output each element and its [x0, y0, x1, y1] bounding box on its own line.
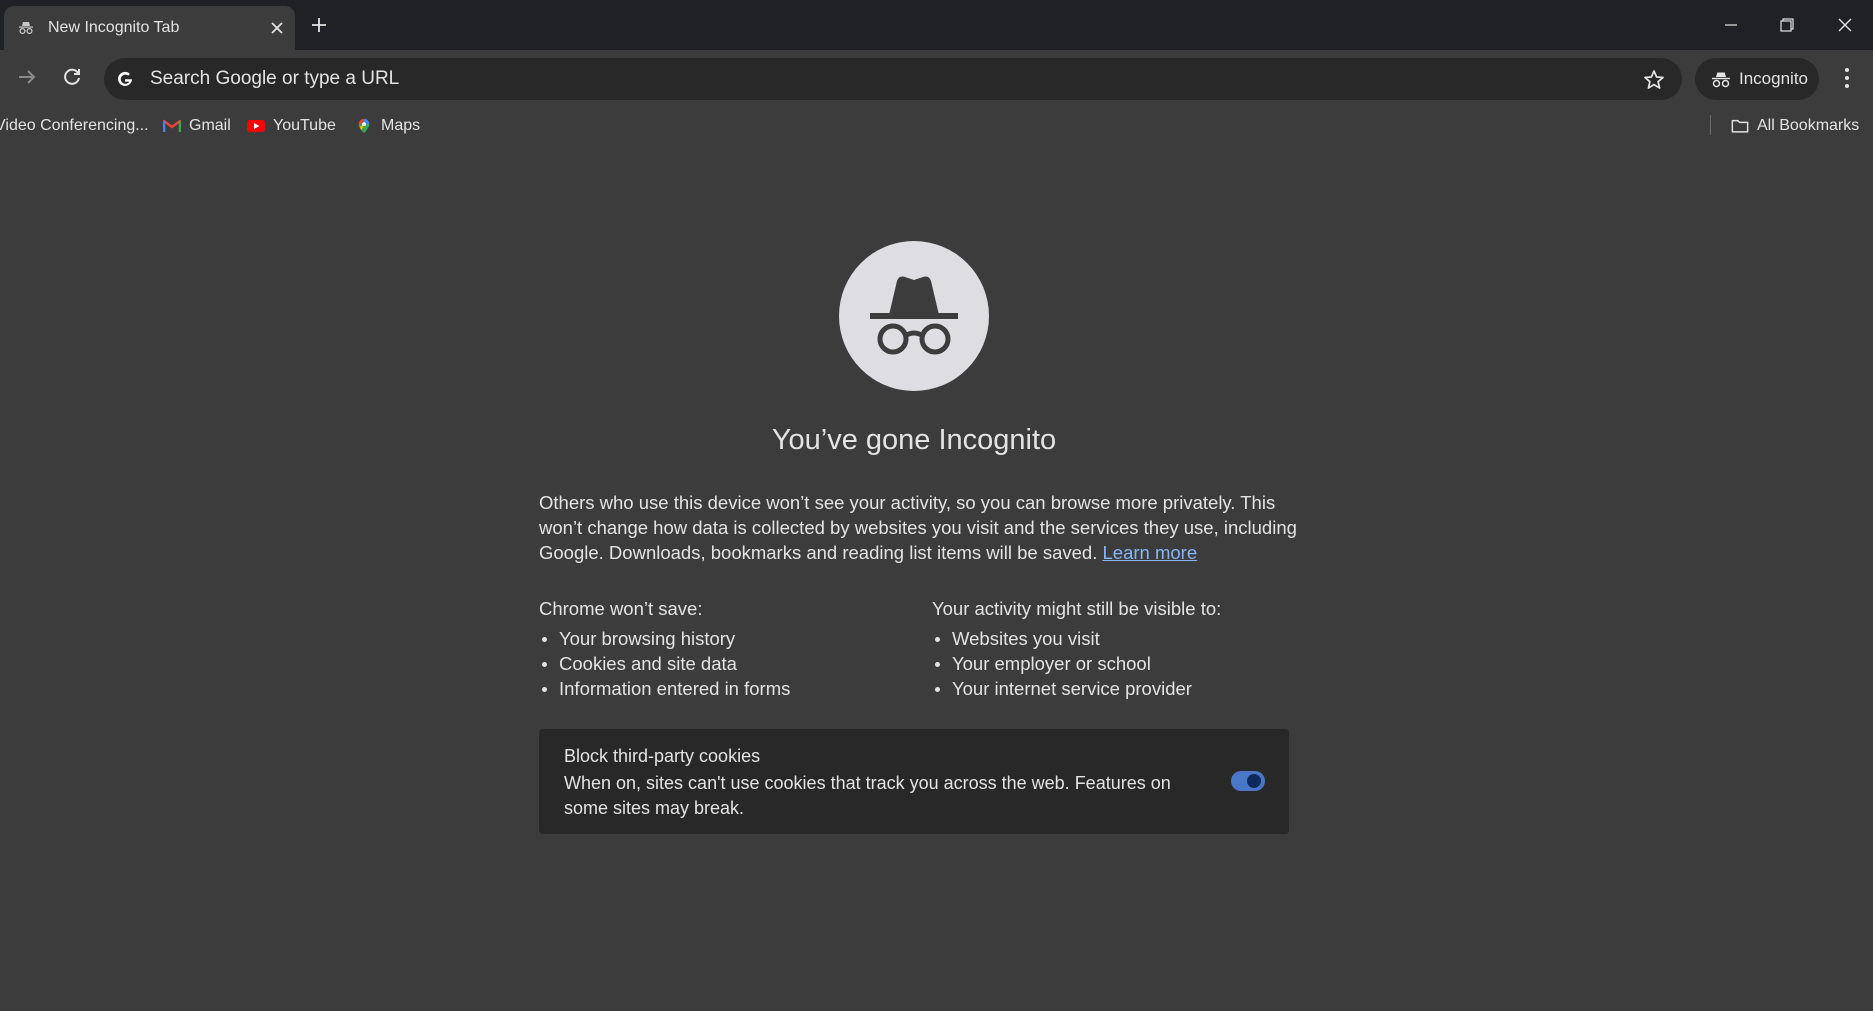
tab-title: New Incognito Tab: [48, 19, 180, 36]
intro-text: Others who use this device won’t see you…: [539, 490, 1299, 565]
youtube-icon: [247, 120, 265, 132]
bookmark-youtube[interactable]: YouTube: [247, 117, 336, 135]
incognito-icon: [19, 22, 33, 35]
list-item: Your browsing history: [539, 626, 919, 651]
bookmark-label: Video Conferencing...: [0, 117, 149, 134]
toolbar: Incognito: [0, 50, 1873, 108]
all-bookmarks-label: All Bookmarks: [1757, 117, 1860, 134]
maps-icon: [358, 118, 370, 134]
wont-save-title: Chrome won’t save:: [539, 598, 703, 619]
close-icon[interactable]: [268, 19, 286, 37]
list-item: Cookies and site data: [539, 651, 919, 676]
reload-icon[interactable]: [59, 64, 85, 90]
list-item: Your employer or school: [932, 651, 1332, 676]
bookmarks-bar: Video Conferencing... Gmail YouTube Maps: [0, 108, 1873, 142]
still-visible-list: Websites you visit Your employer or scho…: [932, 626, 1332, 701]
window-close-button[interactable]: [1830, 10, 1860, 40]
kebab-menu-icon[interactable]: [1836, 64, 1858, 92]
omnibox[interactable]: [104, 58, 1682, 100]
tab-new-incognito[interactable]: New Incognito Tab: [4, 6, 295, 50]
list-item: Your internet service provider: [932, 676, 1332, 701]
bookmark-star-icon[interactable]: [1642, 68, 1666, 92]
cookie-description: When on, sites can't use cookies that tr…: [564, 773, 1171, 818]
list-item: Websites you visit: [932, 626, 1332, 651]
list-item: Information entered in forms: [539, 676, 919, 701]
incognito-label: Incognito: [1739, 69, 1808, 88]
bookmark-label: YouTube: [273, 117, 336, 134]
bookmarks-divider: [1710, 115, 1711, 135]
tab-strip: New Incognito Tab: [0, 0, 1873, 50]
new-tab-button[interactable]: [308, 14, 330, 36]
incognito-icon: [870, 276, 958, 355]
search-input[interactable]: [150, 58, 1600, 100]
third-party-cookies-card: Block third-party cookies When on, sites…: [539, 729, 1289, 834]
toggle-knob: [1247, 774, 1261, 788]
learn-more-link[interactable]: Learn more: [1103, 542, 1198, 563]
bookmark-label: Gmail: [189, 117, 231, 134]
all-bookmarks-button[interactable]: All Bookmarks: [1731, 117, 1859, 135]
bookmark-video-conferencing[interactable]: Video Conferencing...: [0, 117, 149, 135]
incognito-icon: [1712, 72, 1730, 88]
bookmark-gmail[interactable]: Gmail: [163, 117, 231, 135]
incognito-profile-button[interactable]: Incognito: [1695, 58, 1819, 100]
still-visible-title: Your activity might still be visible to:: [932, 598, 1222, 619]
gmail-icon: [163, 119, 181, 132]
wont-save-section: Chrome won’t save: Your browsing history…: [539, 596, 919, 701]
restore-button[interactable]: [1772, 10, 1802, 40]
forward-arrow-icon[interactable]: [14, 64, 40, 90]
bookmark-label: Maps: [381, 117, 421, 134]
cookie-title: Block third-party cookies: [564, 746, 761, 766]
bookmark-maps[interactable]: Maps: [355, 117, 420, 135]
still-visible-section: Your activity might still be visible to:…: [932, 596, 1332, 701]
block-cookies-toggle[interactable]: [1231, 771, 1265, 791]
page-title: You’ve gone Incognito: [771, 424, 1057, 456]
folder-icon: [1731, 119, 1749, 133]
incognito-hero-icon: [839, 241, 989, 391]
google-g-icon: [118, 71, 132, 86]
minimize-button[interactable]: [1716, 10, 1746, 40]
wont-save-list: Your browsing history Cookies and site d…: [539, 626, 919, 701]
